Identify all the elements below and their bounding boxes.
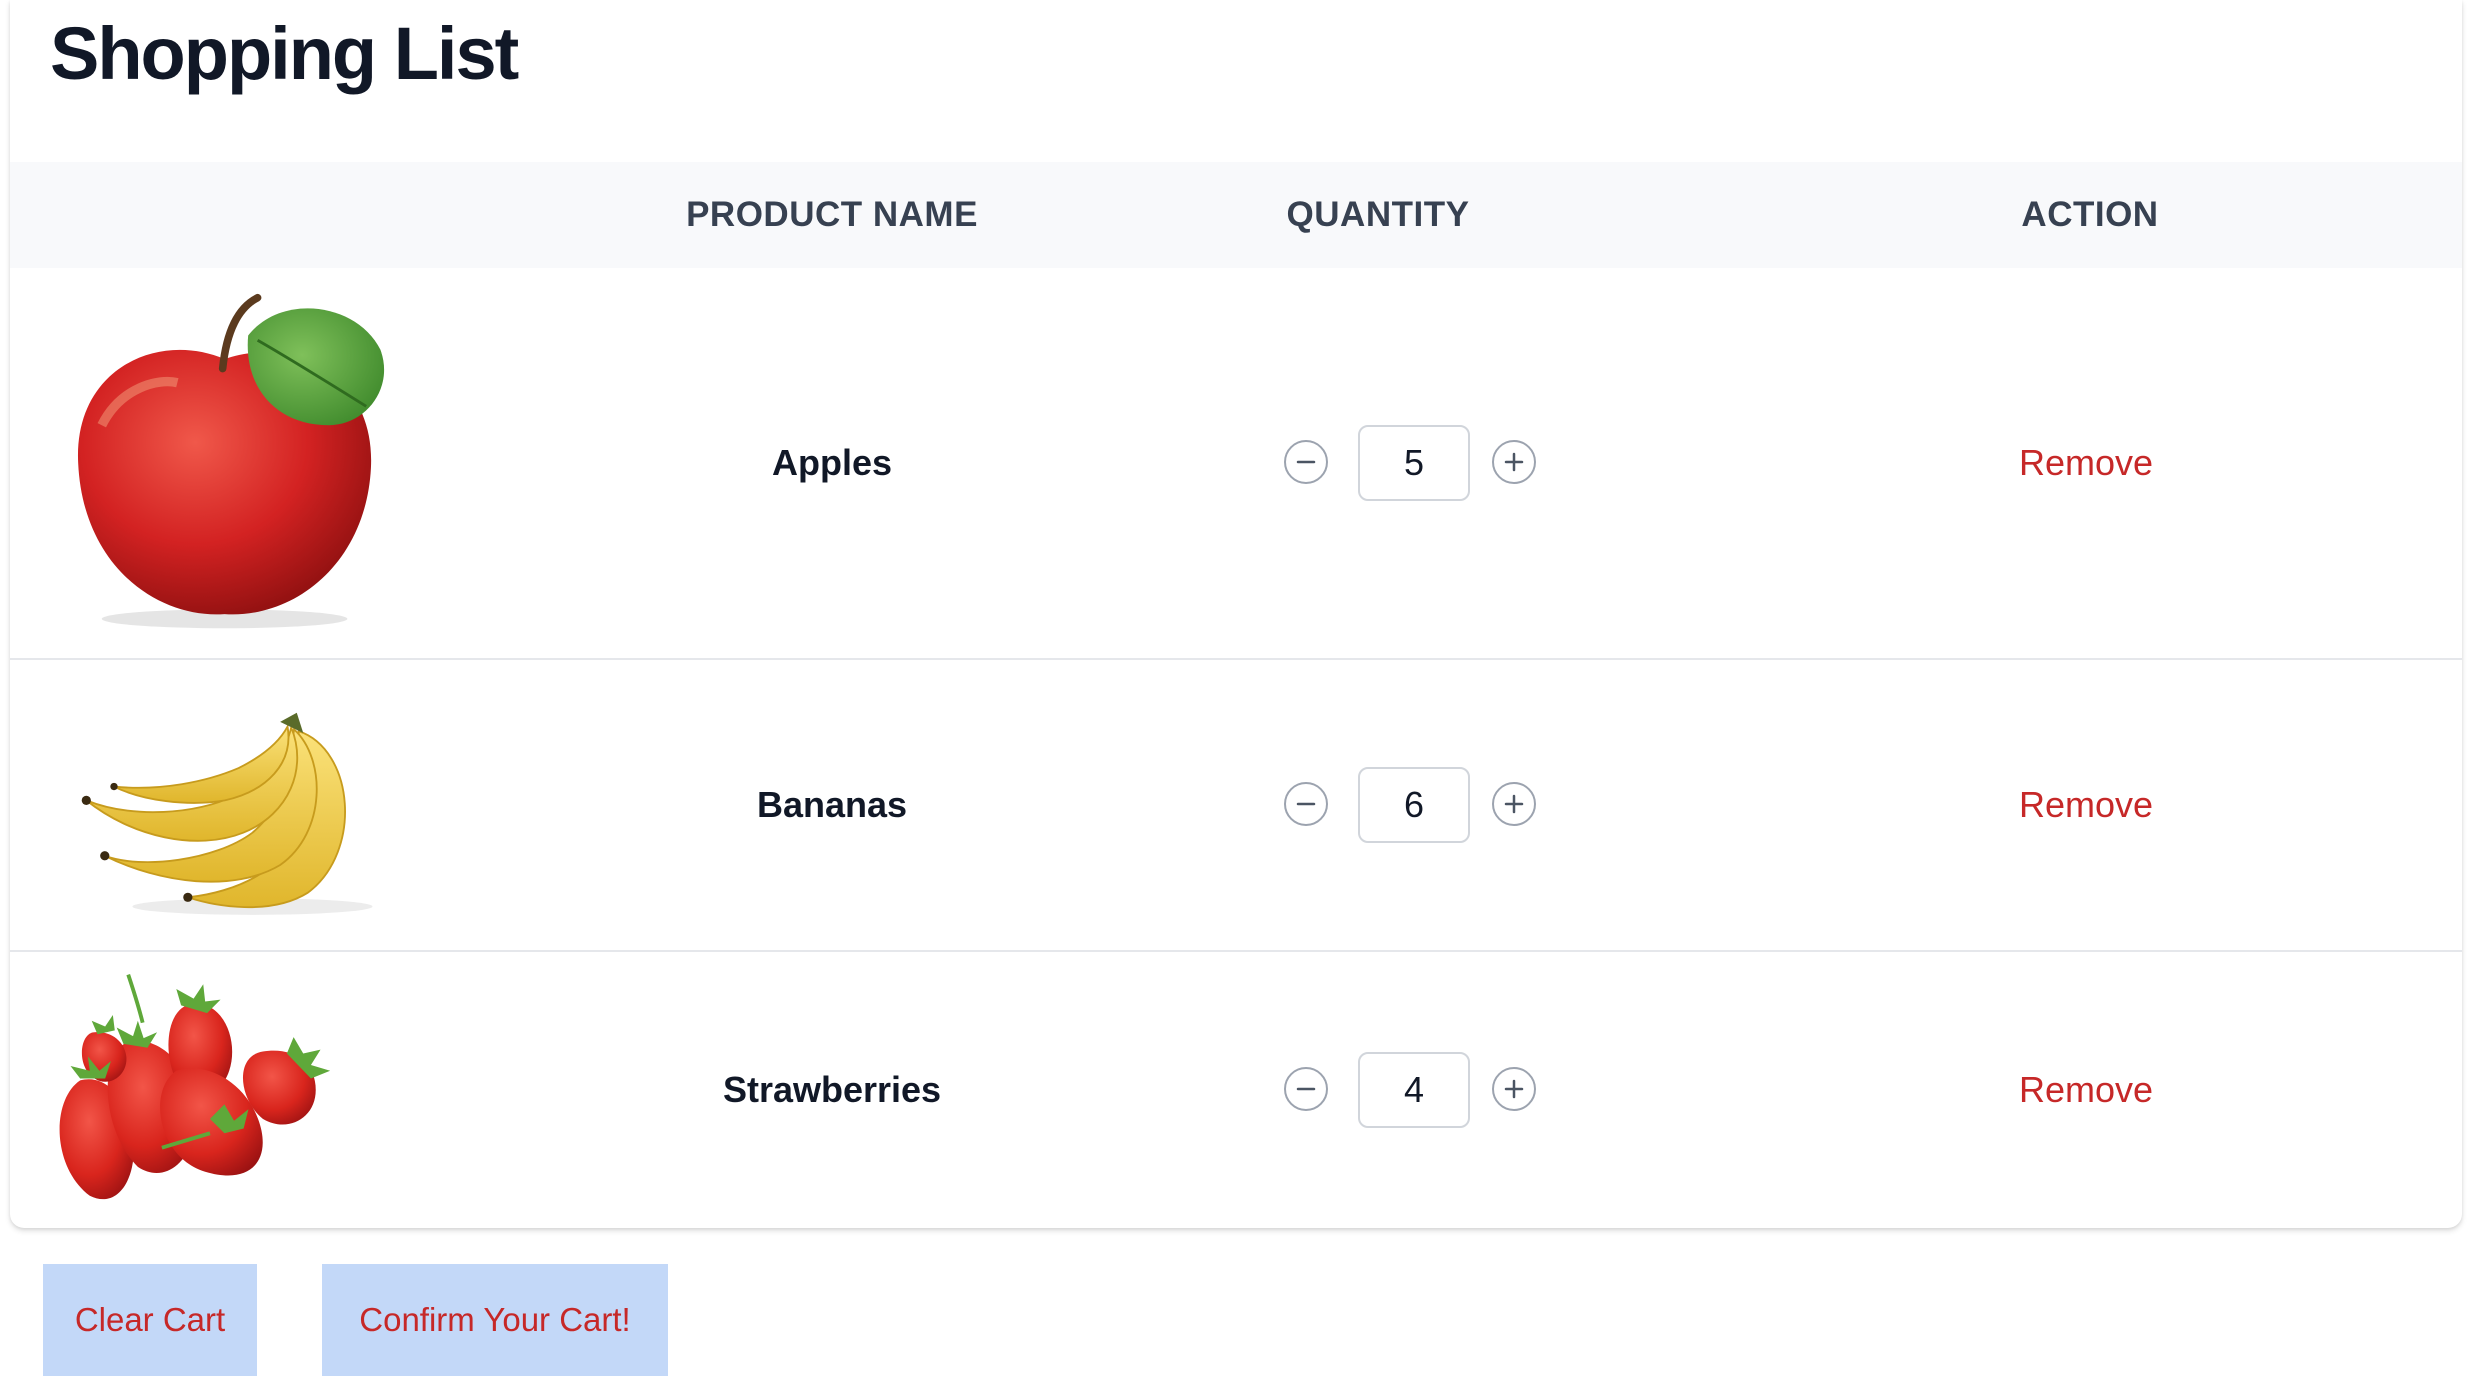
minus-circle-icon — [1296, 1087, 1316, 1091]
product-name: Bananas — [756, 784, 908, 825]
bananas-image — [81, 712, 373, 915]
increment-button[interactable] — [1492, 440, 1536, 484]
quantity-stepper: 5 — [1284, 425, 1544, 501]
clear-cart-button[interactable]: Clear Cart — [43, 1264, 257, 1376]
column-header-action: ACTION — [2021, 195, 2159, 234]
confirm-cart-button[interactable]: Confirm Your Cart! — [322, 1264, 668, 1376]
page-title: Shopping List — [50, 12, 519, 95]
product-name: Strawberries — [722, 1069, 942, 1110]
table-header: PRODUCT NAME QUANTITY ACTION — [10, 162, 2462, 268]
decrement-button[interactable] — [1284, 782, 1328, 826]
plus-circle-icon — [1504, 794, 1524, 814]
remove-button[interactable]: Remove — [2019, 1069, 2153, 1111]
plus-circle-icon — [1504, 452, 1524, 472]
remove-button[interactable]: Remove — [2019, 442, 2153, 484]
column-header-quantity: QUANTITY — [1286, 195, 1470, 234]
decrement-button[interactable] — [1284, 440, 1328, 484]
shopping-list-page: Shopping List PRODUCT NAME QUANTITY ACTI… — [0, 0, 2472, 1394]
strawberries-image — [59, 974, 331, 1200]
column-header-product-name: PRODUCT NAME — [686, 195, 978, 234]
table-row: Strawberries 4 Remove — [10, 952, 2462, 1228]
minus-circle-icon — [1296, 460, 1316, 464]
increment-button[interactable] — [1492, 1067, 1536, 1111]
decrement-button[interactable] — [1284, 1067, 1328, 1111]
remove-button[interactable]: Remove — [2019, 784, 2153, 826]
quantity-input[interactable]: 5 — [1358, 425, 1470, 501]
apple-image — [77, 293, 385, 629]
product-name: Apples — [771, 442, 893, 483]
table-row: Bananas 6 Remove — [10, 660, 2462, 952]
minus-circle-icon — [1296, 802, 1316, 806]
table-row: Apples 5 Remove — [10, 268, 2462, 660]
shopping-list-card: Shopping List PRODUCT NAME QUANTITY ACTI… — [10, 0, 2462, 1228]
quantity-input[interactable]: 6 — [1358, 767, 1470, 843]
quantity-stepper: 4 — [1284, 1052, 1544, 1128]
quantity-stepper: 6 — [1284, 767, 1544, 843]
quantity-input[interactable]: 4 — [1358, 1052, 1470, 1128]
increment-button[interactable] — [1492, 782, 1536, 826]
plus-circle-icon — [1504, 1079, 1524, 1099]
